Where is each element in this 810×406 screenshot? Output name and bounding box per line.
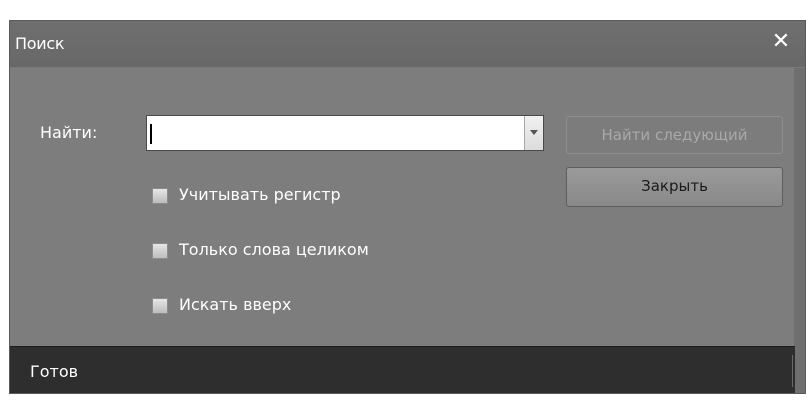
- search-up-label: Искать вверх: [179, 295, 292, 314]
- find-next-button[interactable]: Найти следующий: [566, 116, 783, 154]
- close-button-label: Закрыть: [641, 177, 708, 195]
- status-bar: Готов: [10, 346, 795, 393]
- find-label: Найти:: [40, 123, 98, 142]
- match-case-label: Учитывать регистр: [179, 185, 341, 204]
- close-button[interactable]: Закрыть: [566, 167, 783, 207]
- close-icon[interactable]: ✕: [766, 28, 796, 56]
- find-dialog: Поиск ✕ Найти: Найти следующий Закрыть У…: [9, 20, 806, 394]
- dialog-body: Найти: Найти следующий Закрыть Учитывать…: [10, 68, 796, 346]
- status-text: Готов: [30, 362, 79, 381]
- title-bar: Поиск ✕: [10, 21, 805, 67]
- find-next-label: Найти следующий: [601, 126, 748, 144]
- whole-word-checkbox[interactable]: [152, 243, 168, 259]
- chevron-down-icon[interactable]: [524, 116, 543, 150]
- dialog-title: Поиск: [15, 34, 65, 53]
- find-input[interactable]: [146, 115, 544, 151]
- whole-word-label: Только слова целиком: [179, 240, 369, 259]
- text-caret: [150, 124, 152, 144]
- right-border: [794, 68, 805, 393]
- match-case-checkbox[interactable]: [152, 188, 168, 204]
- status-divider: [792, 355, 793, 387]
- search-up-checkbox[interactable]: [152, 298, 168, 314]
